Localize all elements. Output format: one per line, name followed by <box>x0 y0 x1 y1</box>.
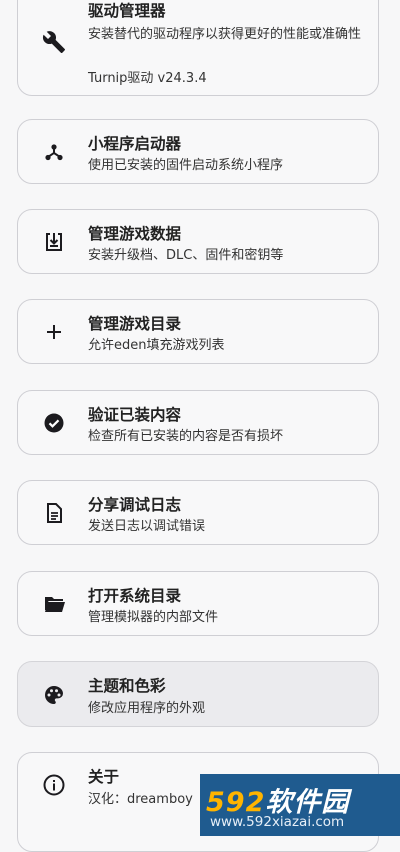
menu-card-title: 关于 <box>88 768 120 786</box>
menu-card-description: 安装升级档、DLC、固件和密钥等 <box>88 248 284 263</box>
menu-card-driver-manager[interactable]: 驱动管理器 安装替代的驱动程序以获得更好的性能或准确性 Turnip驱动 v24… <box>17 0 379 96</box>
menu-card-title: 管理游戏目录 <box>88 315 182 333</box>
menu-card-description: 管理模拟器的内部文件 <box>88 610 219 625</box>
document-icon <box>42 501 66 525</box>
menu-card-open-system-folder[interactable]: 打开系统目录 管理模拟器的内部文件 <box>17 571 379 636</box>
applet-icon <box>42 140 66 164</box>
wrench-icon <box>42 30 66 54</box>
menu-card-manage-game-data[interactable]: 管理游戏数据 安装升级档、DLC、固件和密钥等 <box>17 209 379 274</box>
menu-card-description: 发送日志以调试错误 <box>88 519 206 534</box>
menu-card-verify-content[interactable]: 验证已装内容 检查所有已安装的内容是否有损坏 <box>17 390 379 455</box>
menu-card-manage-game-folders[interactable]: 管理游戏目录 允许eden填充游戏列表 <box>17 299 379 364</box>
menu-card-description: 检查所有已安装的内容是否有损坏 <box>88 429 284 444</box>
folder-icon <box>42 592 66 616</box>
check-circle-icon <box>42 411 66 435</box>
menu-card-description: 允许eden填充游戏列表 <box>88 338 225 353</box>
plus-icon <box>42 320 66 344</box>
driver-version: Turnip驱动 v24.3.4 <box>88 71 207 86</box>
palette-icon <box>42 683 66 707</box>
watermark-url: www.592xiazai.com <box>210 814 345 830</box>
menu-card-title: 分享调试日志 <box>88 496 182 514</box>
info-icon <box>42 773 66 797</box>
menu-card-applet-launcher[interactable]: 小程序启动器 使用已安装的固件启动系统小程序 <box>17 119 379 184</box>
menu-card-title: 管理游戏数据 <box>88 225 182 243</box>
menu-card-title: 验证已装内容 <box>88 406 182 424</box>
menu-card-description: 安装替代的驱动程序以获得更好的性能或准确性 <box>88 27 362 42</box>
watermark-logo: 592软件园 www.592xiazai.com <box>200 774 400 836</box>
menu-card-theme-color[interactable]: 主题和色彩 修改应用程序的外观 <box>17 661 379 727</box>
menu-card-title: 主题和色彩 <box>88 677 166 695</box>
menu-card-title: 小程序启动器 <box>88 135 182 153</box>
menu-card-description: 修改应用程序的外观 <box>88 701 206 716</box>
menu-card-description: 使用已安装的固件启动系统小程序 <box>88 158 284 173</box>
menu-card-title: 驱动管理器 <box>88 2 166 20</box>
menu-card-title: 打开系统目录 <box>88 587 182 605</box>
menu-card-share-debug-log[interactable]: 分享调试日志 发送日志以调试错误 <box>17 480 379 545</box>
install-icon <box>42 230 66 254</box>
